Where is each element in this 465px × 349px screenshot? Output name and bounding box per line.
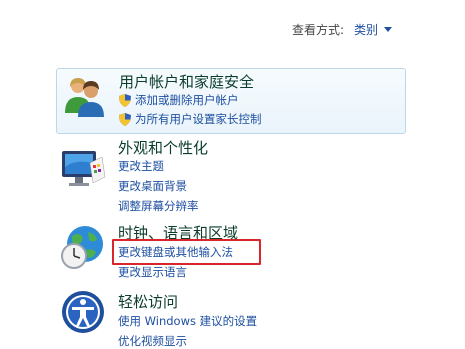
link-label: 更改显示语言 (118, 265, 187, 279)
category-title-user-accounts[interactable]: 用户帐户和家庭安全 (119, 71, 254, 92)
view-by: 查看方式: 类别 (292, 21, 393, 38)
link-change-desktop-background[interactable]: 更改桌面背景 (118, 178, 187, 194)
link-optimize-visual-display[interactable]: 优化视频显示 (118, 333, 187, 349)
shield-icon (119, 112, 131, 126)
accessibility-icon[interactable] (60, 289, 106, 335)
link-change-theme[interactable]: 更改主题 (118, 158, 164, 174)
users-icon[interactable] (61, 73, 107, 119)
chevron-down-icon (384, 27, 393, 32)
link-label: 调整屏幕分辨率 (118, 199, 199, 213)
link-label: 为所有用户设置家长控制 (135, 112, 262, 126)
shield-icon (119, 93, 131, 107)
view-by-label: 查看方式: (292, 23, 345, 37)
link-label: 更改桌面背景 (118, 179, 187, 193)
view-by-dropdown[interactable]: 类别 (354, 21, 393, 38)
link-adjust-resolution[interactable]: 调整屏幕分辨率 (118, 198, 199, 214)
globe-clock-icon[interactable] (60, 224, 106, 270)
view-by-value: 类别 (354, 23, 379, 37)
highlight-box (112, 239, 261, 265)
link-add-remove-accounts[interactable]: 添加或删除用户帐户 (119, 92, 239, 108)
link-label: 添加或删除用户帐户 (135, 93, 239, 107)
category-user-accounts: 用户帐户和家庭安全 添加或删除用户帐户 为所有用户设置家长控制 (56, 68, 406, 134)
link-label: 使用 Windows 建议的设置 (118, 314, 258, 328)
link-parental-controls[interactable]: 为所有用户设置家长控制 (119, 111, 262, 127)
link-label: 优化视频显示 (118, 334, 187, 348)
link-label: 更改主题 (118, 159, 164, 173)
category-title-ease-of-access[interactable]: 轻松访问 (118, 291, 178, 312)
category-ease-of-access: 轻松访问 使用 Windows 建议的设置 优化视频显示 (56, 285, 404, 348)
monitor-palette-icon[interactable] (60, 145, 106, 191)
category-title-appearance[interactable]: 外观和个性化 (118, 137, 208, 158)
link-recommended-settings[interactable]: 使用 Windows 建议的设置 (118, 313, 257, 329)
category-appearance: 外观和个性化 更改主题 更改桌面背景 调整屏幕分辨率 (56, 135, 404, 220)
link-change-display-language[interactable]: 更改显示语言 (118, 264, 187, 280)
